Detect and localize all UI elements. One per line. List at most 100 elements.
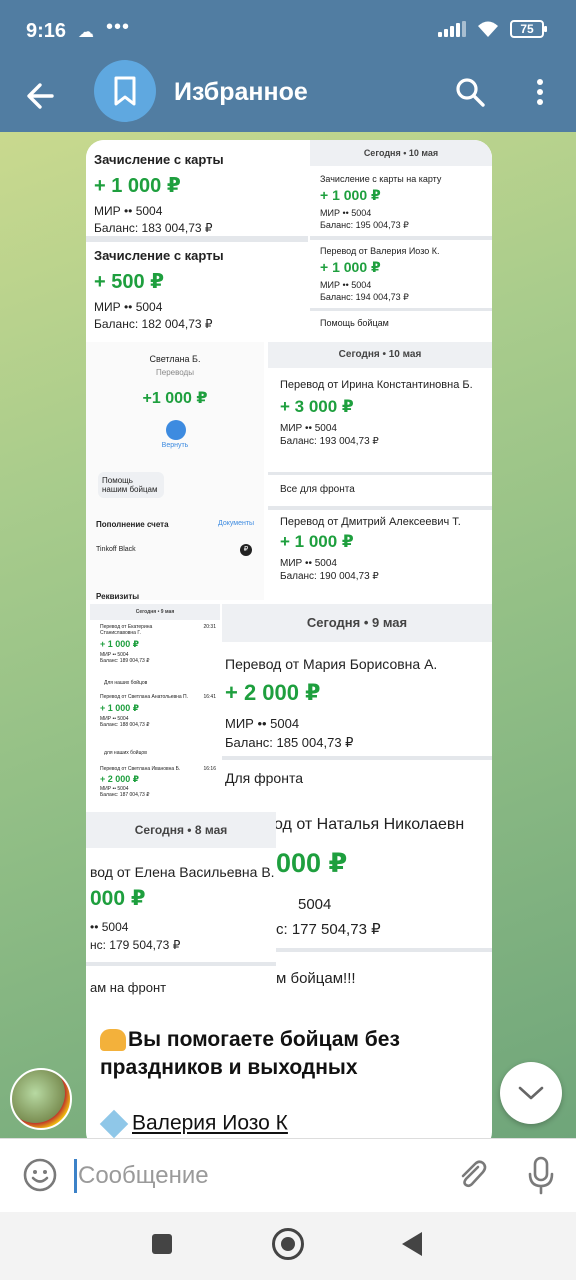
transaction-balance: нс: 179 504,73 ₽ (90, 938, 181, 952)
transaction: 16:41 Перевод от Светлана Анатольевна П.… (100, 694, 216, 728)
date-header: Сегодня • 9 мая (90, 604, 220, 620)
section-title: Пополнение счета (96, 520, 169, 529)
transfer-message: Помощь нашим бойцам (98, 472, 164, 498)
more-menu-button[interactable] (526, 74, 554, 110)
transaction-title: Зачисление с карты (94, 248, 224, 263)
voice-record-button[interactable] (524, 1155, 558, 1195)
date-header: Сегодня • 10 мая (268, 342, 492, 368)
search-button[interactable] (452, 74, 488, 110)
status-time: 9:16 (26, 20, 67, 42)
cloud-icon: ☁ (78, 24, 94, 41)
transaction: Зачисление с карты на карту + 1 000 ₽ МИ… (320, 174, 441, 231)
transaction-title: Зачисление с карты на карту (320, 174, 442, 184)
home-button[interactable] (272, 1228, 304, 1260)
transaction-card: МИР •• 5004 (94, 204, 163, 218)
bookmark-icon (114, 76, 136, 106)
transaction-card: МИР •• 5004 (225, 716, 300, 731)
transaction-amount: + 3 000 ₽ (280, 397, 354, 416)
transaction-title: Перевод от Светлана Ивановна Б. (100, 766, 181, 772)
screenshot-card-4: Сегодня • 10 мая Перевод от Ирина Конста… (268, 342, 492, 600)
transaction-title: Перевод от Екатерина Станиславовна Г. (100, 624, 153, 636)
screenshot-card-8: Сегодня • 8 мая вод от Елена Васильевна … (86, 812, 276, 1010)
transaction-card: МИР •• 5004 (320, 208, 372, 218)
transaction-balance: Баланс: 195 004,73 ₽ (320, 220, 409, 230)
signal-icon (438, 21, 466, 37)
transaction: 20:31 Перевод от Екатерина Станиславовна… (100, 624, 216, 664)
transaction-card: МИР •• 5004 (94, 300, 163, 314)
transaction-note: для наших бойцов (104, 750, 147, 756)
transaction-note: м бойцам!!! (276, 970, 356, 987)
date-header: Сегодня • 9 мая (222, 604, 492, 642)
sender-avatar[interactable] (10, 1068, 72, 1130)
transaction-card: МИР •• 5004 (320, 280, 372, 290)
wifi-icon (478, 21, 498, 37)
transaction-amount: + 2 000 ₽ (225, 680, 321, 705)
transaction-title: од от Наталья Николаевн (274, 816, 465, 833)
caption-signature[interactable]: Валерия Иозо К (99, 1109, 288, 1138)
smiley-icon (23, 1158, 57, 1192)
date-header: Сегодня • 8 мая (86, 812, 276, 848)
divider (268, 506, 492, 510)
transaction-amount: + 1 000 ₽ (320, 259, 381, 275)
recent-apps-button[interactable] (152, 1234, 172, 1254)
battery-level: 75 (520, 22, 534, 36)
scroll-down-button[interactable] (500, 1062, 562, 1124)
app-bar: Избранное (0, 60, 576, 132)
transaction-note: Все для фронта (280, 484, 355, 495)
transaction-title: Перевод от Мария Борисовна А. (225, 656, 438, 672)
signature-link[interactable]: Валерия Иозо К (132, 1112, 288, 1135)
transaction-note: ам на фронт (90, 980, 167, 995)
saved-messages-avatar[interactable] (94, 60, 156, 122)
transaction-card: •• 5004 (90, 920, 129, 934)
transaction-title: Перевод от Валерия Иозо К. (320, 246, 440, 256)
chat-title[interactable]: Избранное (174, 78, 308, 107)
transaction-amount: 000 ₽ (276, 848, 348, 878)
paperclip-icon (461, 1160, 487, 1188)
caption-text: Вы помогаете бойцам без праздников и вых… (100, 1028, 400, 1079)
transaction-amount: + 1 000 ₽ (320, 187, 381, 203)
screenshot-card-2: Сегодня • 10 мая Зачисление с карты на к… (310, 140, 492, 340)
arrow-left-icon (27, 83, 54, 109)
message-bubble[interactable]: Зачисление с карты + 1 000 ₽ МИР •• 5004… (86, 140, 492, 1138)
system-back-button[interactable] (402, 1232, 422, 1256)
search-icon (456, 78, 485, 107)
transaction-balance: Баланс: 189 004,73 ₽ (100, 658, 150, 664)
requisites-title: Реквизиты (96, 592, 140, 600)
return-label: Вернуть (161, 442, 189, 449)
transaction-balance: Баланс: 193 004,73 ₽ (280, 436, 379, 447)
transaction-balance: с: 177 504,73 ₽ (276, 921, 381, 938)
message-composer (0, 1138, 576, 1212)
screenshot-card-6: Сегодня • 9 мая Перевод от Мария Борисов… (222, 604, 492, 800)
divider (86, 236, 308, 242)
screenshot-card-3: Светлана Б. Переводы +1 000 ₽ Вернуть По… (86, 342, 264, 600)
transaction-balance: Баланс: 182 004,73 ₽ (94, 317, 213, 331)
attach-button[interactable] (454, 1157, 490, 1193)
ruble-icon: ₽ (240, 544, 252, 556)
back-button[interactable] (22, 76, 62, 116)
flexed-biceps-icon (100, 1029, 126, 1052)
chat-area[interactable]: Зачисление с карты + 1 000 ₽ МИР •• 5004… (0, 132, 576, 1138)
transaction-card: МИР •• 5004 (280, 558, 337, 569)
more-notifications-icon: ••• (106, 16, 131, 38)
transaction-amount: + 1 000 ₽ (100, 703, 140, 713)
screenshot-card-1: Зачисление с карты + 1 000 ₽ МИР •• 5004… (86, 140, 308, 340)
transaction: Перевод от Мария Борисовна А. + 2 000 ₽ … (225, 656, 489, 751)
transaction-card: МИР •• 5004 (280, 423, 337, 434)
transaction-amount: + 1 000 ₽ (94, 175, 181, 197)
transaction-amount: + 2 000 ₽ (100, 774, 140, 784)
divider (268, 472, 492, 475)
transaction-amount: 000 ₽ (90, 887, 146, 910)
transfer-type: Переводы (156, 368, 194, 377)
transaction-note: Для наших бойцов (104, 680, 148, 686)
transaction: 16:16 Перевод от Светлана Ивановна Б. + … (100, 766, 216, 798)
status-bar: 9:16 ☁ ••• 75 (0, 0, 576, 62)
message-input[interactable] (78, 1159, 438, 1193)
system-nav-bar (0, 1212, 576, 1280)
transaction-time: 16:16 (203, 766, 216, 772)
bank-account: Tinkoff Black (96, 546, 136, 553)
transaction: Перевод от Валерия Иозо К. + 1 000 ₽ МИР… (320, 246, 439, 303)
emoji-button[interactable] (22, 1157, 58, 1193)
chevron-down-icon (518, 1086, 544, 1100)
microphone-icon (528, 1156, 554, 1195)
transaction: Зачисление с карты + 1 000 ₽ МИР •• 5004… (94, 152, 224, 235)
